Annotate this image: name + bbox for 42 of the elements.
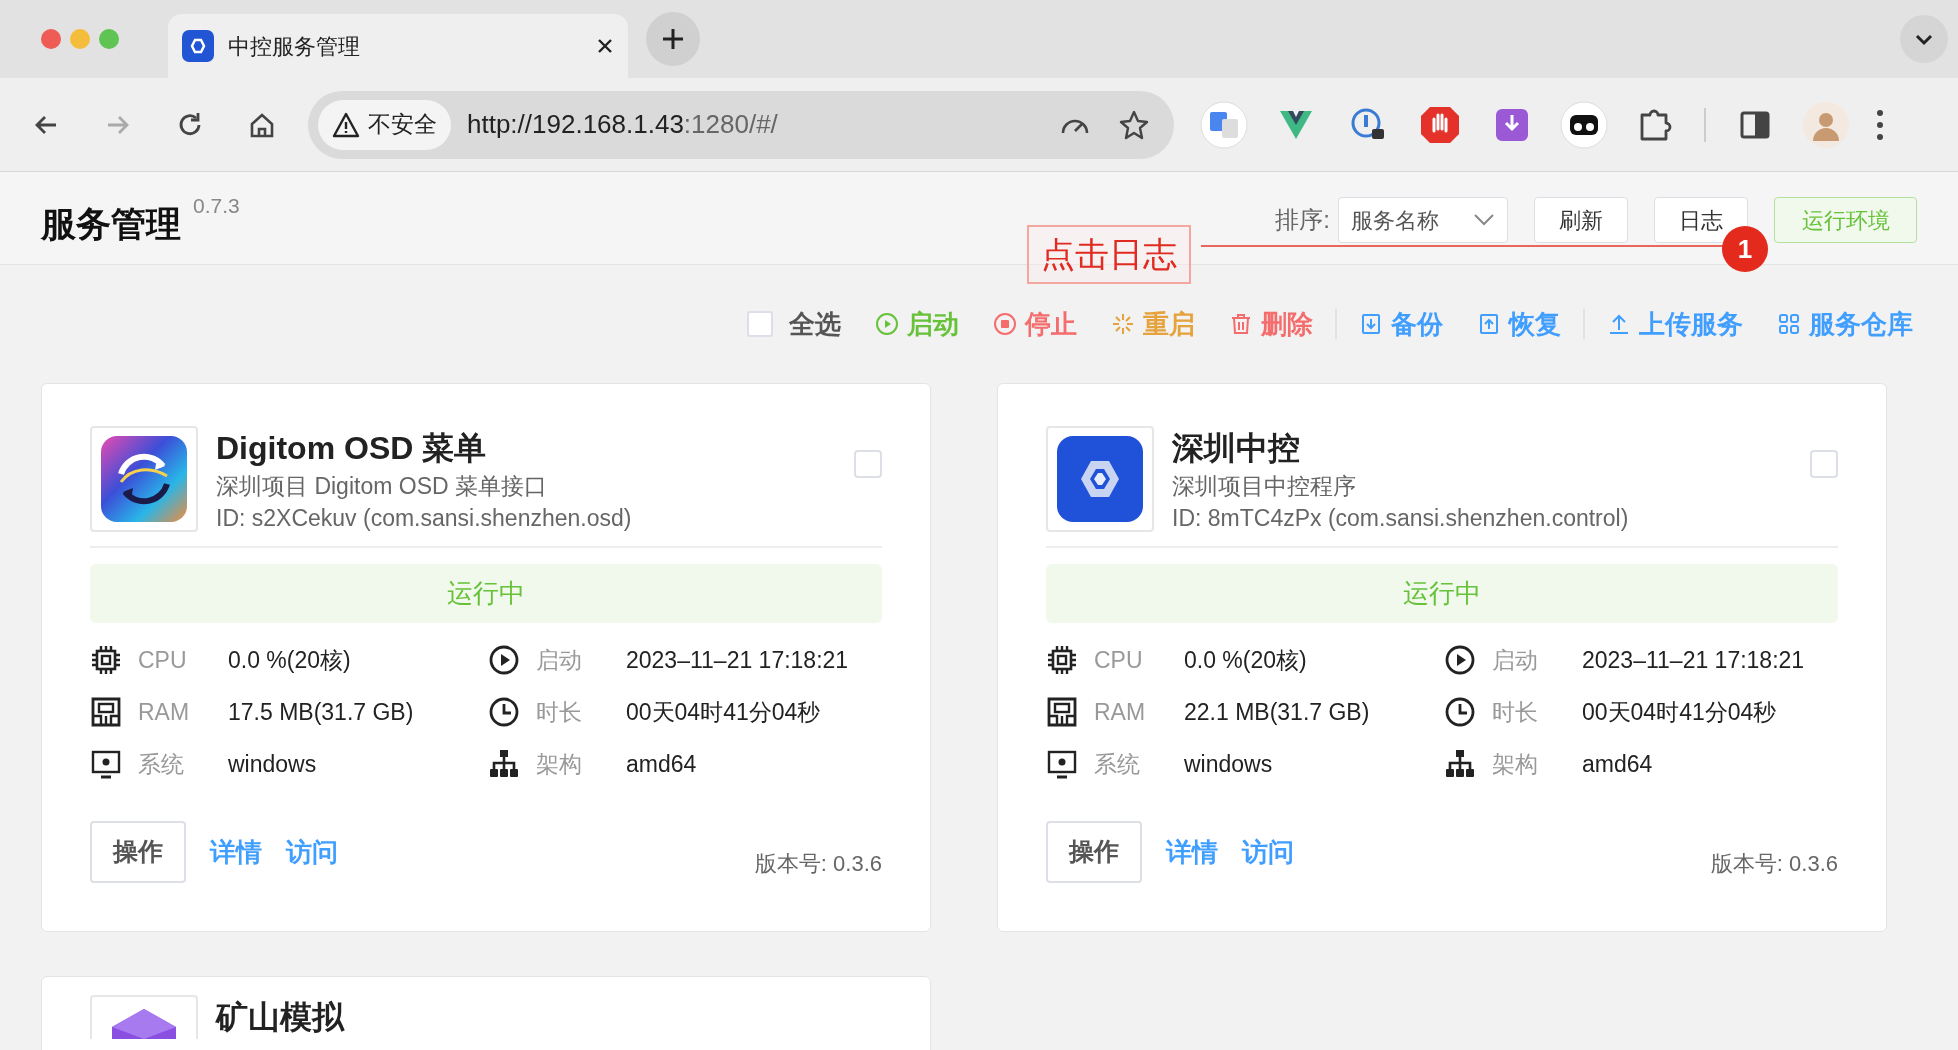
stat-value: 22.1 MB(31.7 GB) bbox=[1184, 697, 1370, 727]
service-name: 矿山模拟 bbox=[216, 998, 346, 1037]
stat-value: 00天04时41分04秒 bbox=[1582, 697, 1777, 727]
stat-label: CPU bbox=[1094, 645, 1144, 675]
version-label: 0.7.3 bbox=[193, 193, 240, 219]
stat-value: windows bbox=[1184, 749, 1273, 779]
stat-label: 启动 bbox=[536, 645, 583, 675]
stat-label: 系统 bbox=[138, 749, 185, 779]
select-all-label: 全选 bbox=[789, 307, 841, 341]
stat-value: 0.0 %(20核) bbox=[228, 645, 351, 675]
service-description: 深圳项目 Digitom OSD 菜单接口 bbox=[216, 472, 548, 501]
service-id: ID: 8mTC4zPx (com.sansi.shenzhen.control) bbox=[1172, 504, 1630, 533]
status-bar: 运行中 bbox=[1046, 564, 1838, 623]
tab-title: 中控服务管理 bbox=[228, 32, 361, 61]
service-name: Digitom OSD 菜单 bbox=[216, 429, 488, 468]
stat-label: 系统 bbox=[1094, 749, 1141, 779]
sort-label: 排序: bbox=[1275, 205, 1330, 235]
page-title: 服务管理 bbox=[41, 203, 181, 245]
callout-label: 点击日志 bbox=[1027, 225, 1191, 284]
stat-value: 17.5 MB(31.7 GB) bbox=[228, 697, 414, 727]
stat-label: RAM bbox=[138, 697, 191, 727]
service-id: ID: s2XCekuv (com.sansi.shenzhen.osd) bbox=[216, 504, 633, 533]
stat-value: 0.0 %(20核) bbox=[1184, 645, 1307, 675]
stat-label: RAM bbox=[1094, 697, 1147, 727]
stat-value: windows bbox=[228, 749, 317, 779]
service-name: 深圳中控 bbox=[1172, 429, 1301, 468]
stat-label: 时长 bbox=[536, 697, 583, 727]
stat-value: 2023–11–21 17:18:21 bbox=[626, 645, 849, 675]
stat-label: CPU bbox=[138, 645, 188, 675]
stat-value: amd64 bbox=[1582, 749, 1653, 779]
service-description: 深圳项目中控程序 bbox=[1172, 472, 1357, 501]
url-text: http://192.168.1.43:1280/#/ bbox=[467, 108, 779, 141]
stat-label: 架构 bbox=[536, 749, 583, 779]
stat-label: 时长 bbox=[1492, 697, 1539, 727]
stat-value: 2023–11–21 17:18:21 bbox=[1582, 645, 1805, 675]
stat-value: amd64 bbox=[626, 749, 697, 779]
stat-value: 00天04时41分04秒 bbox=[626, 697, 821, 727]
stat-label: 架构 bbox=[1492, 749, 1539, 779]
status-bar: 运行中 bbox=[90, 564, 882, 623]
stat-label: 启动 bbox=[1492, 645, 1539, 675]
version-label: 版本号: 0.3.6 bbox=[754, 849, 882, 878]
version-label: 版本号: 0.3.6 bbox=[1710, 849, 1838, 878]
